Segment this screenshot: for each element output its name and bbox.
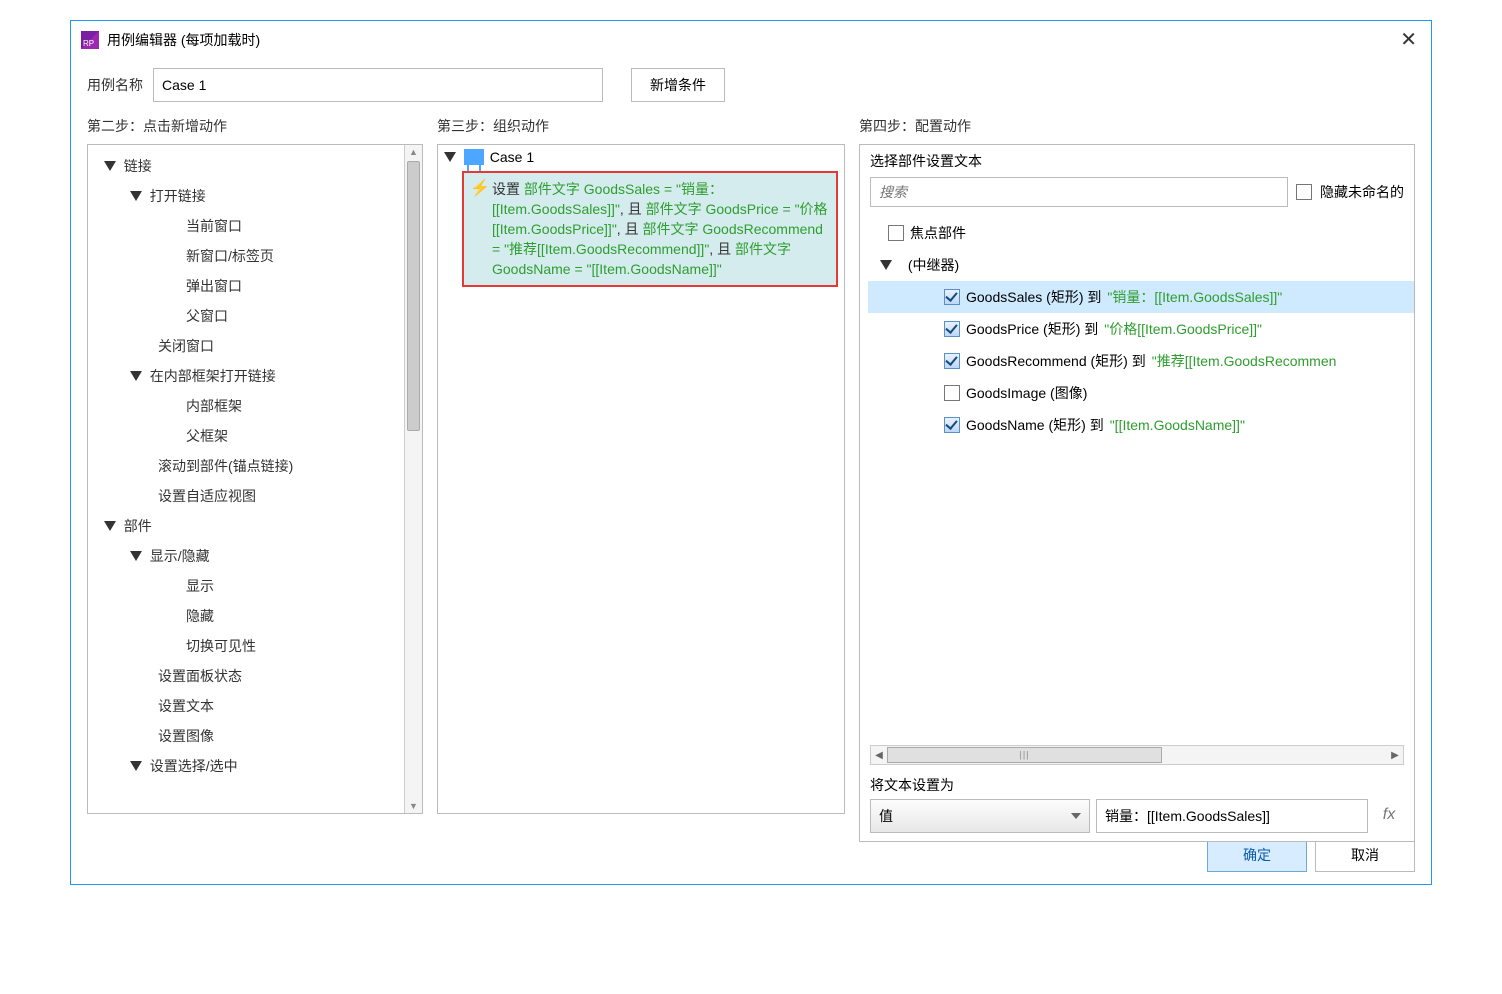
- tree-set-select[interactable]: 设置选择/选中: [92, 751, 418, 781]
- focus-widget-row[interactable]: 焦点部件: [868, 217, 1414, 249]
- widget-row[interactable]: GoodsSales (矩形) 到 "销量：[[Item.GoodsSales]]…: [868, 281, 1414, 313]
- lightning-icon: ⚡: [470, 179, 490, 199]
- tree-open-in-frame[interactable]: 在内部框架打开链接: [92, 361, 418, 391]
- value-text-input[interactable]: [1096, 799, 1368, 833]
- widget-hscroll[interactable]: ◀▶: [870, 745, 1404, 765]
- hide-unnamed-label: 隐藏未命名的: [1320, 182, 1404, 202]
- tree-set-adaptive[interactable]: 设置自适应视图: [92, 481, 418, 511]
- tree-scroll-to[interactable]: 滚动到部件(锚点链接): [92, 451, 418, 481]
- chevron-down-icon: [130, 191, 142, 201]
- widget-row[interactable]: GoodsPrice (矩形) 到 "价格[[Item.GoodsPrice]]": [868, 313, 1414, 345]
- chevron-down-icon: [130, 371, 142, 381]
- case-editor-dialog: 用例编辑器 (每项加载时) ✕ 用例名称 新增条件 第二步：点击新增动作 链接 …: [70, 20, 1432, 885]
- widget-expr: "推荐[[Item.GoodsRecommen: [1152, 351, 1337, 371]
- widget-row[interactable]: GoodsName (矩形) 到 "[[Item.GoodsName]]": [868, 409, 1414, 441]
- tree-parent-frame[interactable]: 父框架: [92, 421, 418, 451]
- widget-checkbox[interactable]: [944, 385, 960, 401]
- tree-close-window[interactable]: 关闭窗口: [92, 331, 418, 361]
- widget-row[interactable]: GoodsImage (图像): [868, 377, 1414, 409]
- chevron-down-icon: [130, 761, 142, 771]
- case-label: Case 1: [490, 149, 534, 165]
- widget-checkbox[interactable]: [944, 321, 960, 337]
- chevron-down-icon: [104, 161, 116, 171]
- tree-set-text[interactable]: 设置文本: [92, 691, 418, 721]
- config-title: 选择部件设置文本: [860, 145, 1414, 177]
- repeater-label: (中继器): [908, 255, 959, 275]
- widget-expr: "[[Item.GoodsName]]": [1110, 417, 1245, 433]
- set-text-label: 将文本设置为: [860, 771, 1414, 799]
- widget-search-input[interactable]: [870, 177, 1288, 207]
- step4-header: 第四步：配置动作: [859, 116, 1415, 136]
- add-condition-button[interactable]: 新增条件: [631, 68, 725, 102]
- tree-widgets[interactable]: 部件: [92, 511, 418, 541]
- chevron-down-icon: [444, 152, 456, 162]
- tree-set-panel[interactable]: 设置面板状态: [92, 661, 418, 691]
- widget-checkbox[interactable]: [944, 353, 960, 369]
- widget-name: GoodsSales (矩形) 到: [966, 287, 1101, 307]
- tree-open-link[interactable]: 打开链接: [92, 181, 418, 211]
- hide-unnamed-checkbox[interactable]: [1296, 184, 1312, 200]
- widget-row[interactable]: GoodsRecommend (矩形) 到 "推荐[[Item.GoodsReco…: [868, 345, 1414, 377]
- step2-header: 第二步：点击新增动作: [87, 116, 423, 136]
- fx-button[interactable]: fx: [1374, 799, 1404, 833]
- cancel-button[interactable]: 取消: [1315, 838, 1415, 872]
- tree-new-window[interactable]: 新窗口/标签页: [92, 241, 418, 271]
- focus-widget-checkbox[interactable]: [888, 225, 904, 241]
- action-prefix: 设置: [492, 181, 524, 197]
- focus-widget-label: 焦点部件: [910, 223, 966, 243]
- widget-name: GoodsPrice (矩形) 到: [966, 319, 1098, 339]
- case-row[interactable]: Case 1: [438, 145, 844, 169]
- widget-name: GoodsName (矩形) 到: [966, 415, 1104, 435]
- repeater-row[interactable]: (中继器): [868, 249, 1414, 281]
- tree-inner-frame[interactable]: 内部框架: [92, 391, 418, 421]
- tree-set-image[interactable]: 设置图像: [92, 721, 418, 751]
- tree-show-hide[interactable]: 显示/隐藏: [92, 541, 418, 571]
- tree-toggle-vis[interactable]: 切换可见性: [92, 631, 418, 661]
- action-block[interactable]: ⚡ 设置 部件文字 GoodsSales = "销量：[[Item.GoodsS…: [462, 171, 838, 287]
- widget-expr: "销量：[[Item.GoodsSales]]": [1107, 287, 1282, 307]
- chevron-down-icon: [880, 260, 892, 270]
- case-name-input[interactable]: [153, 68, 603, 102]
- action-text: 部件文字 GoodsSales = "销量：[[Item.GoodsSales]…: [492, 181, 828, 277]
- tree-current-window[interactable]: 当前窗口: [92, 211, 418, 241]
- tree-popup-window[interactable]: 弹出窗口: [92, 271, 418, 301]
- widget-checkbox[interactable]: [944, 417, 960, 433]
- close-button[interactable]: ✕: [1396, 27, 1421, 52]
- widget-name: GoodsRecommend (矩形) 到: [966, 351, 1146, 371]
- app-icon: [81, 31, 99, 49]
- step3-header: 第三步：组织动作: [437, 116, 845, 136]
- chevron-down-icon: [104, 521, 116, 531]
- chevron-down-icon: [130, 551, 142, 561]
- case-name-label: 用例名称: [87, 75, 143, 95]
- value-type-combo[interactable]: 值: [870, 799, 1090, 833]
- case-icon: [464, 149, 484, 165]
- tree-hide[interactable]: 隐藏: [92, 601, 418, 631]
- tree-parent-window[interactable]: 父窗口: [92, 301, 418, 331]
- actions-scrollbar[interactable]: ▲ ▼: [404, 145, 422, 813]
- ok-button[interactable]: 确定: [1207, 838, 1307, 872]
- widget-name: GoodsImage (图像): [966, 383, 1087, 403]
- title-bar: 用例编辑器 (每项加载时) ✕: [71, 21, 1431, 58]
- window-title: 用例编辑器 (每项加载时): [107, 30, 260, 50]
- widget-expr: "价格[[Item.GoodsPrice]]": [1104, 319, 1262, 339]
- tree-show[interactable]: 显示: [92, 571, 418, 601]
- tree-links[interactable]: 链接: [92, 151, 418, 181]
- widget-checkbox[interactable]: [944, 289, 960, 305]
